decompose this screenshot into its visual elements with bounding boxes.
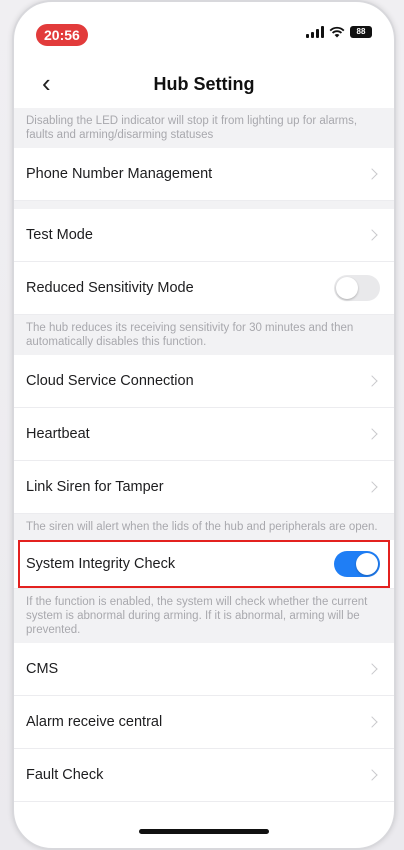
toggle-knob: [336, 277, 358, 299]
cloud-service-connection-row[interactable]: Cloud Service Connection: [14, 355, 394, 408]
chevron-right-icon: [366, 229, 378, 241]
row-label: CMS: [26, 661, 59, 677]
chevron-right-icon: [366, 769, 378, 781]
reduced-sensitivity-row: Reduced Sensitivity Mode: [14, 262, 394, 315]
chevron-right-icon: [366, 375, 378, 387]
system-integrity-check-toggle[interactable]: [334, 551, 380, 577]
section-gap: [14, 201, 394, 209]
system-integrity-check-row: System Integrity Check: [14, 540, 394, 589]
tamper-description: The siren will alert when the lids of th…: [14, 514, 394, 540]
home-indicator[interactable]: [139, 829, 269, 834]
chevron-right-icon: [366, 663, 378, 675]
heartbeat-row[interactable]: Heartbeat: [14, 408, 394, 461]
status-bar: 20:56 88: [14, 2, 394, 58]
nav-bar: ‹ Hub Setting: [14, 62, 394, 106]
toggle-knob: [356, 553, 378, 575]
phone-number-management-row[interactable]: Phone Number Management: [14, 148, 394, 201]
link-siren-for-tamper-row[interactable]: Link Siren for Tamper: [14, 461, 394, 514]
reduced-sensitivity-toggle[interactable]: [334, 275, 380, 301]
signal-icon: [306, 26, 324, 38]
integrity-description: If the function is enabled, the system w…: [14, 589, 394, 643]
row-label: Phone Number Management: [26, 166, 213, 182]
led-description: Disabling the LED indicator will stop it…: [14, 108, 394, 148]
status-icons: 88: [306, 26, 372, 38]
fault-check-row[interactable]: Fault Check: [14, 749, 394, 802]
row-label: System Integrity Check: [26, 556, 176, 572]
phone-frame: 20:56 88 ‹ Hub Setting Disabling the LED…: [12, 0, 396, 850]
chevron-right-icon: [366, 168, 378, 180]
settings-list: Disabling the LED indicator will stop it…: [14, 108, 394, 802]
battery-icon: 88: [350, 26, 372, 38]
alarm-receive-central-row[interactable]: Alarm receive central: [14, 696, 394, 749]
row-label: Test Mode: [26, 227, 93, 243]
cms-row[interactable]: CMS: [14, 643, 394, 696]
row-label: Alarm receive central: [26, 714, 163, 730]
row-label: Heartbeat: [26, 426, 90, 442]
chevron-right-icon: [366, 481, 378, 493]
chevron-right-icon: [366, 716, 378, 728]
wifi-icon: [329, 26, 345, 38]
row-label: Fault Check: [26, 767, 104, 783]
row-label: Link Siren for Tamper: [26, 479, 164, 495]
chevron-right-icon: [366, 428, 378, 440]
page-title: Hub Setting: [153, 74, 255, 94]
row-label: Cloud Service Connection: [26, 373, 194, 389]
test-mode-row[interactable]: Test Mode: [14, 209, 394, 262]
sensitivity-description: The hub reduces its receiving sensitivit…: [14, 315, 394, 355]
status-time: 20:56: [36, 24, 88, 46]
row-label: Reduced Sensitivity Mode: [26, 280, 194, 296]
